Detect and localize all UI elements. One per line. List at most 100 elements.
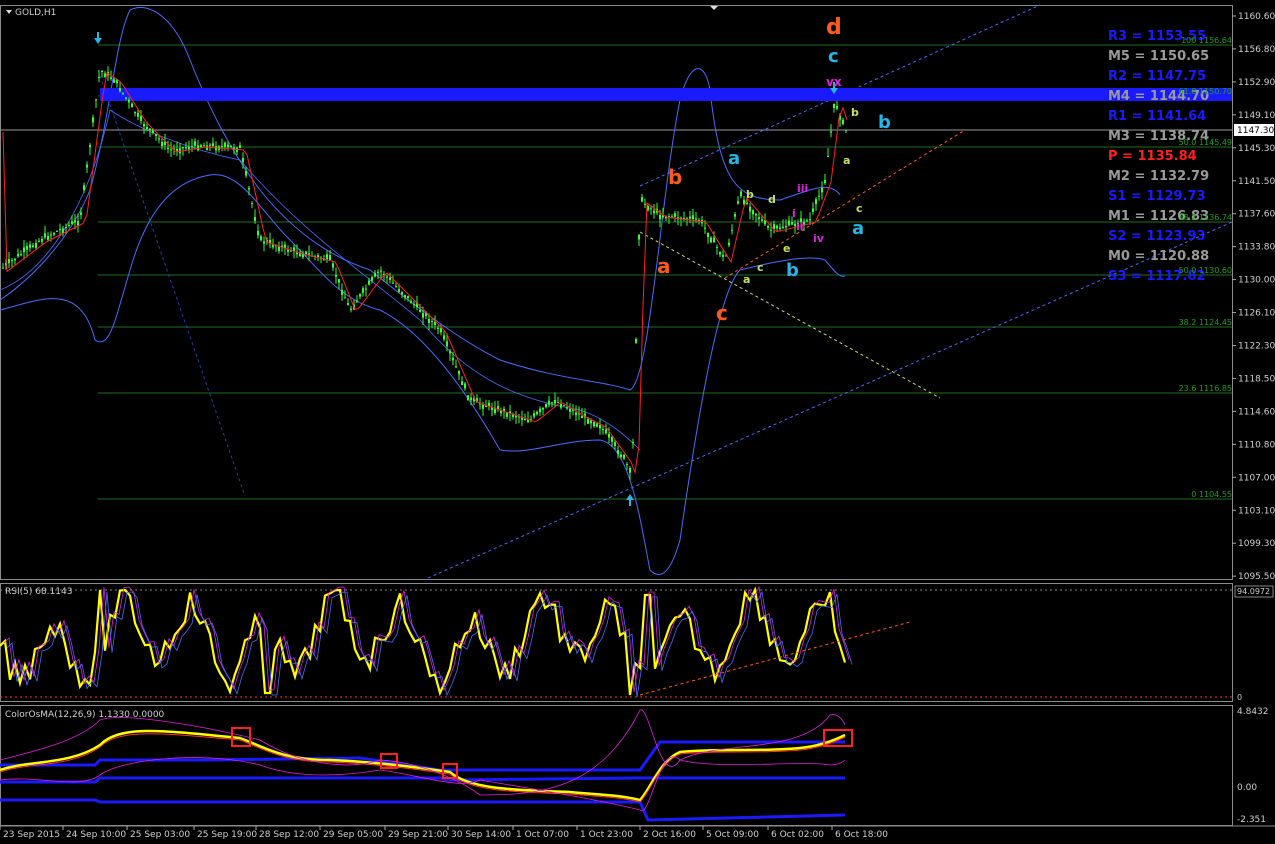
candle-body xyxy=(608,433,610,438)
candle-body xyxy=(458,370,460,375)
time-axis: 23 Sep 2015 24 Sep 10:00 25 Sep 03:00 25 Se… xyxy=(0,826,888,840)
candle-body xyxy=(614,442,616,446)
candle-body xyxy=(209,144,211,146)
candle-body xyxy=(761,219,763,221)
candle-body xyxy=(26,245,28,250)
candle-body xyxy=(560,403,562,408)
rsi-panel: 94.0972 0 xyxy=(0,585,1274,702)
candle-body xyxy=(449,350,451,354)
candle-body xyxy=(791,222,793,225)
candle-body xyxy=(548,400,550,405)
candle-body xyxy=(653,210,655,214)
candle-body xyxy=(740,191,742,197)
candle-body xyxy=(338,279,340,283)
price-tick-label: 1137.60 xyxy=(1238,210,1275,220)
candle-body xyxy=(149,128,151,130)
candle-body xyxy=(155,134,157,136)
candle-body xyxy=(557,401,559,403)
candle-body xyxy=(638,234,640,240)
candle-body xyxy=(344,297,346,299)
upper-band xyxy=(0,7,841,391)
candle-body xyxy=(785,226,787,228)
time-tick-label: 23 Sep 2015 xyxy=(3,830,60,840)
candle-body xyxy=(539,408,541,412)
candle-body xyxy=(332,263,334,268)
candle-body xyxy=(731,229,733,231)
candle-body xyxy=(545,403,547,408)
candle-body xyxy=(8,259,10,264)
candle-body xyxy=(227,144,229,148)
fib-label: 38.2 1124.45 xyxy=(1179,318,1232,327)
wave-label: a xyxy=(852,218,864,239)
wave-c-line xyxy=(724,129,966,279)
candle-body xyxy=(569,409,571,412)
candle-body xyxy=(83,185,85,190)
osma-title: ColorOsMA(12,26,9) 1.1330 0.0000 xyxy=(5,710,165,720)
candle-body xyxy=(263,241,265,244)
candle-body xyxy=(674,213,676,217)
wave-label: d xyxy=(826,15,842,40)
candle-body xyxy=(806,220,808,222)
candle-body xyxy=(86,164,88,168)
candle-body xyxy=(542,407,544,410)
candle-body xyxy=(20,254,22,256)
chart-menu-icon[interactable] xyxy=(6,10,12,14)
candle-body xyxy=(170,149,172,151)
candle-body xyxy=(125,97,127,99)
time-tick-label: 24 Sep 10:00 xyxy=(66,830,126,840)
time-tick-label: 29 Sep 05:00 xyxy=(323,830,383,840)
candle-body xyxy=(221,145,223,147)
price-tick-label: 1110.80 xyxy=(1238,440,1275,450)
candle-body xyxy=(92,117,94,123)
osma-tick-label: -2.351 xyxy=(1237,815,1266,825)
candle-body xyxy=(620,454,622,458)
price-tick-label: 1156.80 xyxy=(1238,45,1275,55)
candle-body xyxy=(326,254,328,260)
candle-body xyxy=(431,321,433,323)
candle-body xyxy=(71,221,73,224)
time-tick-label: 1 Oct 23:00 xyxy=(580,830,633,840)
wave-label: iv xyxy=(813,232,825,245)
current-price-box: 1147.30 xyxy=(1234,124,1274,136)
candle-body xyxy=(599,425,601,429)
candle-body xyxy=(644,203,646,205)
candle-body xyxy=(347,303,349,305)
candle-body xyxy=(98,77,100,79)
fractal-arrows xyxy=(94,32,838,506)
fib-label: 50.0 1130.60 xyxy=(1179,266,1232,275)
chart-canvas[interactable]: dcvxbbabacb diiiiiiiveca baca R3 = 1153.55… xyxy=(0,0,1275,840)
candle-body xyxy=(260,236,262,241)
candle-body xyxy=(206,145,208,151)
candle-body xyxy=(590,420,592,424)
candle-body xyxy=(80,212,82,215)
candle-body xyxy=(425,313,427,316)
middle-band xyxy=(0,109,641,451)
candle-body xyxy=(188,146,190,150)
wave-label: b xyxy=(878,112,891,133)
candle-body xyxy=(146,127,148,130)
candle-body xyxy=(44,233,46,238)
candle-body xyxy=(767,226,769,228)
candle-body xyxy=(137,112,139,117)
osma-upper-band xyxy=(0,740,845,772)
pivot-level-label: R2 = 1147.75 xyxy=(1108,69,1206,84)
rsi-line xyxy=(0,586,847,697)
candle-body xyxy=(404,295,406,298)
scroll-marker-icon[interactable] xyxy=(710,6,718,10)
candle-body xyxy=(242,158,244,162)
candle-body xyxy=(101,71,103,73)
chart-window[interactable]: d c vx b b a b a c b d iii i ii iv e c a b a c a R3 = 1153.55… xyxy=(0,0,1275,840)
candle-body xyxy=(401,292,403,295)
candle-body xyxy=(365,288,367,290)
candle-body xyxy=(533,413,535,417)
price-tick-label: 1107.00 xyxy=(1238,473,1275,483)
candle-body xyxy=(224,142,226,147)
candle-body xyxy=(809,219,811,221)
candle-body xyxy=(248,187,250,190)
pivot-level-label: M5 = 1150.65 xyxy=(1108,49,1209,64)
candle-body xyxy=(167,147,169,149)
candle-body xyxy=(446,341,448,347)
pivot-level-label: R1 = 1141.64 xyxy=(1108,109,1206,124)
candle-body xyxy=(95,99,97,101)
candle-body xyxy=(719,252,721,255)
